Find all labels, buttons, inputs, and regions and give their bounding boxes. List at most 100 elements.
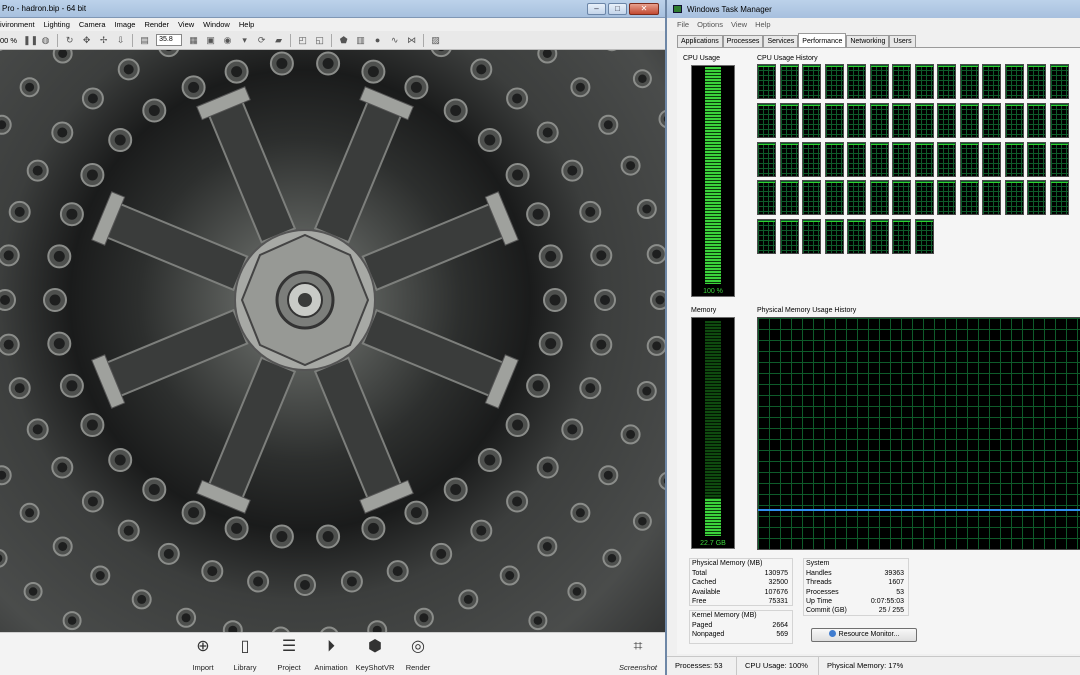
task-manager-title: Windows Task Manager: [687, 5, 772, 14]
keyshot-toolbar: 00 % ❚❚ ◍ ↻ ✥ ✢ ⇩ ▤ 35.8 ▦ ▣ ◉ ▾ ⟳ ▰ ◰ ◱…: [0, 31, 665, 50]
render-viewport[interactable]: [0, 50, 665, 632]
library-button[interactable]: ▯ Library: [223, 636, 267, 672]
cpu-core-graph: [892, 219, 911, 255]
menu-camera[interactable]: Camera: [79, 18, 106, 31]
cpu-core-graph: [892, 180, 911, 216]
stat-label: Threads: [806, 579, 832, 587]
cpu-core-graph: [802, 102, 821, 138]
performance-icon[interactable]: ◍: [40, 35, 51, 46]
status-cpu-usage: CPU Usage: 100%: [737, 657, 819, 675]
memory-meter: 22.7 GB: [691, 317, 735, 549]
cpu-core-graph: [892, 102, 911, 138]
network-icon[interactable]: ⋈: [406, 35, 417, 46]
image-icon[interactable]: ▨: [430, 35, 441, 46]
move-icon[interactable]: ✥: [81, 35, 92, 46]
menu-help[interactable]: Help: [239, 18, 254, 31]
stat-value: 39363: [884, 570, 904, 577]
menu-file[interactable]: File: [677, 20, 689, 29]
stat-value: 569: [776, 631, 788, 639]
tab-networking[interactable]: Networking: [846, 35, 890, 47]
resource-monitor-button[interactable]: Resource Monitor...: [811, 628, 917, 642]
menu-view[interactable]: View: [731, 20, 747, 29]
animation-label: Animation: [314, 663, 348, 672]
geometry-icon[interactable]: ◰: [297, 35, 308, 46]
system-group: System Handles 39363 Threads 1607 Processe…: [803, 558, 909, 616]
menu-options[interactable]: Options: [697, 20, 723, 29]
cpu-usage-bar: [705, 67, 721, 284]
shield-icon[interactable]: ⬟: [338, 35, 349, 46]
tab-performance[interactable]: Performance: [798, 33, 847, 47]
maximize-button[interactable]: □: [608, 3, 627, 15]
camera-icon[interactable]: ▤: [139, 35, 150, 46]
task-manager-tabs: Applications Processes Services Performa…: [677, 33, 916, 47]
target-icon[interactable]: ✢: [98, 35, 109, 46]
material-icon[interactable]: ◱: [314, 35, 325, 46]
cpu-core-graph: [982, 64, 1001, 99]
menu-render[interactable]: Render: [144, 18, 169, 31]
menu-view[interactable]: View: [178, 18, 194, 31]
render-icon: ◎: [411, 638, 425, 655]
cpu-core-graph: [982, 102, 1001, 138]
curve-icon[interactable]: ∿: [389, 35, 400, 46]
stat-row: Commit (GB) 25 / 255: [804, 606, 908, 615]
dropdown-icon[interactable]: ▾: [239, 35, 250, 46]
tab-applications[interactable]: Applications: [677, 35, 723, 47]
task-manager-menubar: File Options View Help: [677, 20, 771, 29]
film-icon[interactable]: ▥: [355, 35, 366, 46]
stat-row: Paged 2664: [690, 621, 792, 630]
kernel-memory-header: Kernel Memory (MB): [692, 612, 757, 619]
library-icon: ▯: [240, 638, 250, 655]
cpu-core-graph: [982, 141, 1001, 177]
physical-memory-header: Physical Memory (MB): [692, 560, 763, 567]
pan-icon[interactable]: ⇩: [115, 35, 126, 46]
focal-length-input[interactable]: 35.8: [156, 34, 183, 46]
cpu-core-graph: [914, 102, 934, 138]
cpu-core-graph: [1049, 180, 1069, 216]
close-button[interactable]: ✕: [629, 3, 659, 15]
toolbar-divider: [423, 33, 425, 47]
cpu-core-graph: [869, 219, 889, 255]
menu-image[interactable]: Image: [115, 18, 136, 31]
cpu-usage-value: 100 %: [703, 288, 723, 295]
minimize-button[interactable]: –: [587, 3, 606, 15]
keyshot-menubar: ivironment Lighting Camera Image Render …: [0, 18, 665, 31]
cpu-core-graph: [959, 102, 979, 138]
import-button[interactable]: ⊕ Import: [181, 636, 225, 672]
animation-button[interactable]: ⏵ Animation: [309, 636, 353, 672]
kernel-memory-group: Kernel Memory (MB) Paged 2664 Nonpaged 569: [689, 610, 793, 644]
stat-label: Available: [692, 588, 721, 596]
tab-services[interactable]: Services: [763, 35, 799, 47]
physical-memory-group: Physical Memory (MB) Total 130975 Cached 3…: [689, 558, 793, 606]
region-icon[interactable]: ▦: [188, 35, 199, 46]
stat-value: 0:07:55:03: [870, 597, 904, 605]
grid-icon[interactable]: ▣: [205, 35, 216, 46]
stat-row: Available 107676: [690, 588, 792, 597]
screenshot-icon[interactable]: ◉: [222, 35, 233, 46]
stat-row: Nonpaged 569: [690, 630, 792, 639]
zoom-level[interactable]: 00 %: [0, 36, 17, 45]
pause-icon[interactable]: ❚❚: [23, 35, 38, 46]
task-manager-window: Windows Task Manager File Options View H…: [665, 0, 1080, 675]
menu-environment[interactable]: ivironment: [0, 18, 35, 31]
menu-help[interactable]: Help: [755, 20, 770, 29]
project-label: Project: [277, 663, 301, 672]
sphere-icon[interactable]: ●: [372, 35, 383, 46]
tab-processes[interactable]: Processes: [722, 35, 764, 47]
tab-users[interactable]: Users: [889, 35, 916, 47]
import-icon: ⊕: [196, 638, 210, 655]
cpu-core-graph: [1004, 64, 1024, 99]
stat-label: Nonpaged: [692, 631, 725, 639]
reset-icon[interactable]: ↻: [64, 35, 75, 46]
menu-lighting[interactable]: Lighting: [44, 18, 70, 31]
project-button[interactable]: ☰ Project: [267, 636, 311, 672]
screenshot-button[interactable]: ⌗ Screenshot: [616, 636, 660, 672]
menu-window[interactable]: Window: [203, 18, 230, 31]
cpu-core-graph: [824, 141, 844, 177]
keyshotvr-button[interactable]: ⬢ KeyShotVR: [353, 636, 397, 672]
refresh-icon[interactable]: ⟳: [256, 35, 267, 46]
lock-icon[interactable]: ▰: [273, 35, 284, 46]
cpu-core-graph: [1004, 102, 1024, 138]
cpu-core-graph: [1004, 180, 1024, 216]
render-button[interactable]: ◎ Render: [396, 636, 440, 672]
cpu-core-graph: [847, 141, 866, 177]
